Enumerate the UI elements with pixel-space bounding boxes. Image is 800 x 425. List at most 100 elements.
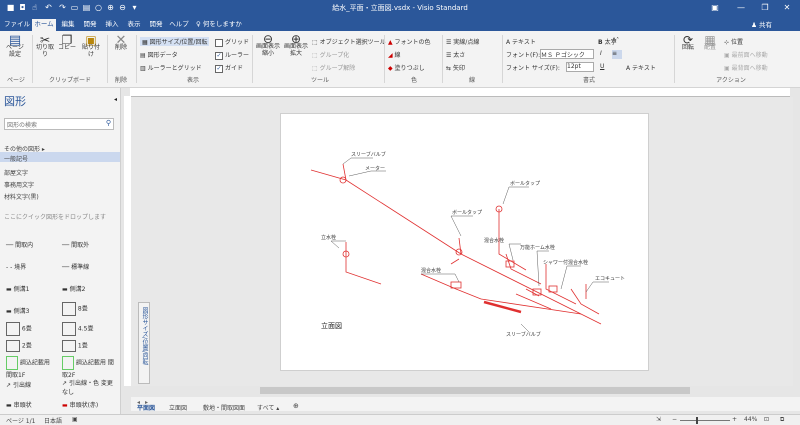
zoom-out-button[interactable]: ⊖ 画面表示 縮小 — [256, 33, 280, 57]
tab-develop[interactable]: 開発 — [80, 19, 100, 31]
print-preview-icon[interactable]: ▤ — [82, 3, 91, 12]
shape-search-input[interactable]: 図形の検索 ⚲ — [4, 118, 114, 130]
shape-item[interactable]: 調込記載用 間取1F — [6, 356, 56, 379]
collapse-pane-icon[interactable]: ◂ — [114, 96, 117, 103]
shape-item[interactable]: 2畳 — [6, 340, 32, 352]
zoom-in-button[interactable]: ⊕ 画面表示 拡大 — [284, 33, 308, 57]
copy-button[interactable]: ❐ コピー — [58, 34, 76, 51]
zoom-slider-track[interactable] — [680, 420, 730, 421]
font-color-button[interactable]: ▲ フォントの色 — [388, 37, 431, 46]
ruler-checkbox[interactable]: ✓ ルーラー — [215, 50, 249, 60]
zoom-icon[interactable]: ⊖ — [118, 3, 127, 12]
line-pattern-button[interactable]: ☰ 実線/点線 — [446, 37, 479, 46]
fit-window-icon[interactable]: ⊡ — [764, 416, 769, 423]
font-grow-icon[interactable]: A˄ — [612, 37, 619, 44]
shape-item[interactable]: ── 間取内 — [6, 240, 33, 249]
shape-item[interactable]: 6畳 — [6, 322, 32, 336]
tab-file[interactable]: ファイル — [4, 19, 30, 31]
redo-icon[interactable]: ↷ — [58, 3, 67, 12]
rotate-button[interactable]: ⟳ 回転 — [678, 34, 698, 51]
grid-checkbox[interactable]: グリッド — [215, 37, 249, 47]
tab-develop-2[interactable]: 開発 — [146, 19, 166, 31]
zoom-percent[interactable]: 44% — [744, 416, 757, 423]
tab-insert[interactable]: 挿入 — [102, 19, 122, 31]
zoom-out-small-icon[interactable]: − — [672, 416, 677, 423]
shape-item[interactable]: 1畳 — [62, 340, 88, 352]
cut-button[interactable]: ✂ 切り取り — [36, 34, 54, 58]
italic-button[interactable]: I — [600, 50, 602, 57]
shape-item[interactable]: ── 標準線 — [62, 262, 89, 271]
stencil-material-text[interactable]: 材料文字(黒) — [4, 192, 39, 201]
shape-item[interactable]: 調込記載用 間取2F — [62, 356, 114, 379]
tab-help[interactable]: ヘルプ — [168, 19, 190, 31]
ribbon-display-button[interactable]: ▣ — [706, 2, 724, 14]
shape-item[interactable]: ▬ 側溝3 — [6, 306, 29, 315]
touch-icon[interactable]: ☝ — [30, 3, 39, 12]
guide-checkbox[interactable]: ✓ ガイド — [215, 63, 243, 73]
text-style-button[interactable]: A テキスト — [626, 63, 656, 72]
camera-icon[interactable]: ◘ — [18, 3, 27, 12]
align-icon[interactable]: ≡ — [612, 50, 622, 59]
tellme-box[interactable]: ♀ 何をしますか — [196, 19, 266, 31]
size-position-rotate-button[interactable]: ▦ 図形サイズ/位置/回転 — [140, 37, 210, 46]
page-tab-elevation[interactable]: 立面図 — [169, 403, 187, 412]
shape-data-button[interactable]: ▤ 図形データ — [140, 50, 178, 59]
stencil-general[interactable]: 一般記号 — [4, 154, 28, 163]
stencil-office-text[interactable]: 事務用文字 — [4, 180, 34, 189]
add-page-icon[interactable]: ⊕ — [293, 402, 299, 410]
shape-item[interactable]: ▬ 串頭状 — [6, 400, 32, 409]
paste-button[interactable]: ▣ 貼り付け — [80, 34, 102, 58]
shape-item[interactable]: ↗ 引出線・色 変更なし — [62, 378, 114, 396]
shape-item[interactable]: ── 間取外 — [62, 240, 89, 249]
minimize-button[interactable]: — — [732, 2, 750, 14]
tab-edit[interactable]: 編集 — [58, 19, 78, 31]
search-icon[interactable]: ⚲ — [106, 119, 111, 127]
font-size-select[interactable]: 12pt — [566, 62, 594, 72]
object-select-button[interactable]: ⬚ オブジェクト選択ツール — [312, 37, 386, 46]
delete-button[interactable]: ✕ 削除 — [111, 34, 131, 51]
underline-button[interactable]: U — [600, 63, 604, 70]
shape-item[interactable]: 4.5畳 — [62, 322, 93, 336]
text-button[interactable]: A テキスト — [506, 37, 536, 46]
arrange-button[interactable]: ▦ 配置 — [700, 34, 720, 51]
undo-icon[interactable]: ↶ — [44, 3, 53, 12]
shape-item[interactable]: ▬ 側溝2 — [62, 284, 85, 293]
fit-page-icon[interactable]: ⇲ — [656, 416, 661, 423]
horizontal-scrollbar[interactable] — [260, 387, 690, 394]
zoom-slider-thumb[interactable] — [696, 417, 698, 424]
shape-item[interactable]: ▬ 串頭状(赤) — [62, 400, 98, 409]
bring-front-button[interactable]: ▣ 最前面へ移動 — [724, 50, 768, 59]
page-tab-all[interactable]: すべて ▴ — [257, 403, 279, 412]
font-select[interactable]: ＭＳ Ｐゴシック — [540, 49, 594, 59]
fill-button[interactable]: ◆ 塗りつぶし — [388, 63, 425, 72]
switch-window-icon[interactable]: ⧉ — [780, 416, 784, 424]
ungroup-button[interactable]: ⬚ グループ解除 — [312, 63, 355, 72]
restore-button[interactable]: ❐ — [756, 2, 774, 14]
arrow-button[interactable]: ⇆ 矢印 — [446, 63, 465, 72]
page-tab-site[interactable]: 敷地・間取図面 — [203, 403, 245, 412]
shape-item[interactable]: - - 境界 — [6, 262, 26, 271]
send-back-button[interactable]: ▣ 最背面へ移動 — [724, 63, 768, 72]
group-button[interactable]: ⬚ グループ化 — [312, 50, 349, 59]
position-button[interactable]: ⊹ 位置 — [724, 37, 743, 46]
shape-item[interactable]: ▬ 側溝1 — [6, 284, 29, 293]
tab-home[interactable]: ホーム — [32, 19, 56, 31]
shape-item[interactable]: 8畳 — [62, 302, 88, 316]
page-tab-plan[interactable]: 平面図 — [137, 403, 155, 412]
more-icon[interactable]: ▾ — [130, 3, 139, 12]
share-button[interactable]: ♟ 共有 — [751, 19, 772, 29]
zoom-in-small-icon[interactable]: + — [732, 416, 737, 423]
shape-item[interactable]: ↗ 引出線 — [6, 380, 31, 389]
macro-icon[interactable]: ▣ — [72, 416, 78, 423]
save-icon[interactable]: ■ — [6, 3, 15, 12]
page-setup-button[interactable]: ▤ ページ設定 — [6, 34, 24, 58]
isometric-pipe-drawing[interactable]: スリーブバルブ メーター ボールタップ ボールタップ 立水栓 混合水栓 混合水栓… — [281, 114, 648, 370]
page-icon[interactable]: ▭ — [70, 3, 79, 12]
circle-icon[interactable]: ○ — [94, 3, 103, 12]
stencil-room-text[interactable]: 部屋文字 — [4, 168, 28, 177]
line-weight-button[interactable]: ☰ 太さ — [446, 50, 465, 59]
ruler-grid-button[interactable]: ▥ ルーラーとグリッド — [140, 63, 202, 72]
drawing-page[interactable]: スリーブバルブ メーター ボールタップ ボールタップ 立水栓 混合水栓 混合水栓… — [280, 113, 649, 371]
tab-view[interactable]: 表示 — [124, 19, 144, 31]
close-button[interactable]: ✕ — [778, 2, 796, 14]
